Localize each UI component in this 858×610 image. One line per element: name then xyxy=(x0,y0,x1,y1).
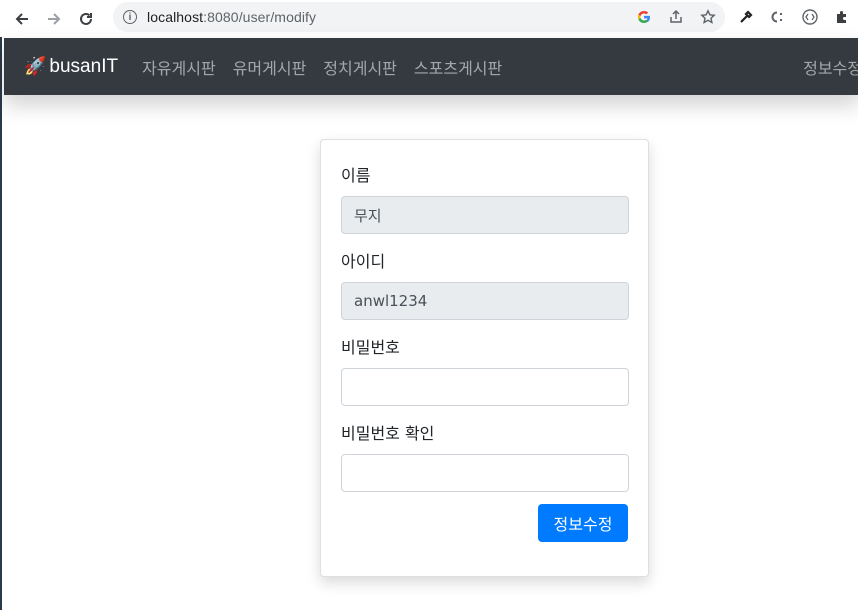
password-confirm-group: 비밀번호 확인 xyxy=(341,420,629,492)
url-text: localhost:8080/user/modify xyxy=(147,9,316,25)
rocket-icon: 🚀 xyxy=(24,56,47,76)
password-group: 비밀번호 xyxy=(341,334,629,406)
share-icon[interactable] xyxy=(667,8,685,26)
nav-right: 정보수정 xyxy=(803,38,858,95)
name-label: 이름 xyxy=(341,166,371,185)
back-arrow-icon[interactable] xyxy=(10,7,34,31)
password-confirm-label: 비밀번호 확인 xyxy=(341,424,435,443)
nav-link-free-board[interactable]: 자유게시판 xyxy=(142,55,216,79)
reload-icon[interactable] xyxy=(74,7,98,31)
nav-links: 자유게시판 유머게시판 정치게시판 스포츠게시판 xyxy=(142,55,502,79)
name-group: 이름 xyxy=(341,162,629,234)
brand-logo[interactable]: 🚀 busanIT xyxy=(24,56,118,78)
nav-link-sports-board[interactable]: 스포츠게시판 xyxy=(414,55,502,79)
nav-link-politics-board[interactable]: 정치게시판 xyxy=(323,55,397,79)
eyedropper-icon[interactable] xyxy=(735,6,757,28)
google-icon[interactable] xyxy=(635,8,653,26)
modify-form-card: 이름 아이디 비밀번호 비밀번호 확인 정보수정 xyxy=(320,139,649,577)
page-viewport: 🚀 busanIT 자유게시판 유머게시판 정치게시판 스포츠게시판 정보수정 … xyxy=(0,37,858,610)
address-bar-actions xyxy=(635,2,717,32)
browser-toolbar: i localhost:8080/user/modify xyxy=(0,0,858,37)
password-label: 비밀번호 xyxy=(341,338,400,357)
id-group: 아이디 xyxy=(341,248,629,320)
brand-name: busanIT xyxy=(49,55,119,77)
nav-link-humor-board[interactable]: 유머게시판 xyxy=(233,55,307,79)
nav-link-modify-info[interactable]: 정보수정 xyxy=(803,55,858,79)
extension-brackets-icon[interactable] xyxy=(799,6,821,28)
extension-icons xyxy=(735,4,853,30)
url-path: :8080/user/modify xyxy=(203,9,317,25)
name-field[interactable] xyxy=(341,196,629,234)
top-navbar: 🚀 busanIT 자유게시판 유머게시판 정치게시판 스포츠게시판 정보수정 xyxy=(4,38,858,95)
extension-c-icon[interactable] xyxy=(767,6,789,28)
browser-window: i localhost:8080/user/modify 🚀 busanIT 자… xyxy=(0,0,858,610)
star-icon[interactable] xyxy=(699,8,717,26)
id-label: 아이디 xyxy=(341,252,386,271)
id-field[interactable] xyxy=(341,282,629,320)
password-field[interactable] xyxy=(341,368,629,406)
puzzle-icon[interactable] xyxy=(831,6,853,28)
submit-modify-button[interactable]: 정보수정 xyxy=(538,504,628,542)
url-host: localhost xyxy=(147,9,204,25)
info-icon[interactable]: i xyxy=(123,10,137,24)
password-confirm-field[interactable] xyxy=(341,454,629,492)
address-bar[interactable]: i localhost:8080/user/modify xyxy=(113,2,725,32)
forward-arrow-icon[interactable] xyxy=(42,7,66,31)
